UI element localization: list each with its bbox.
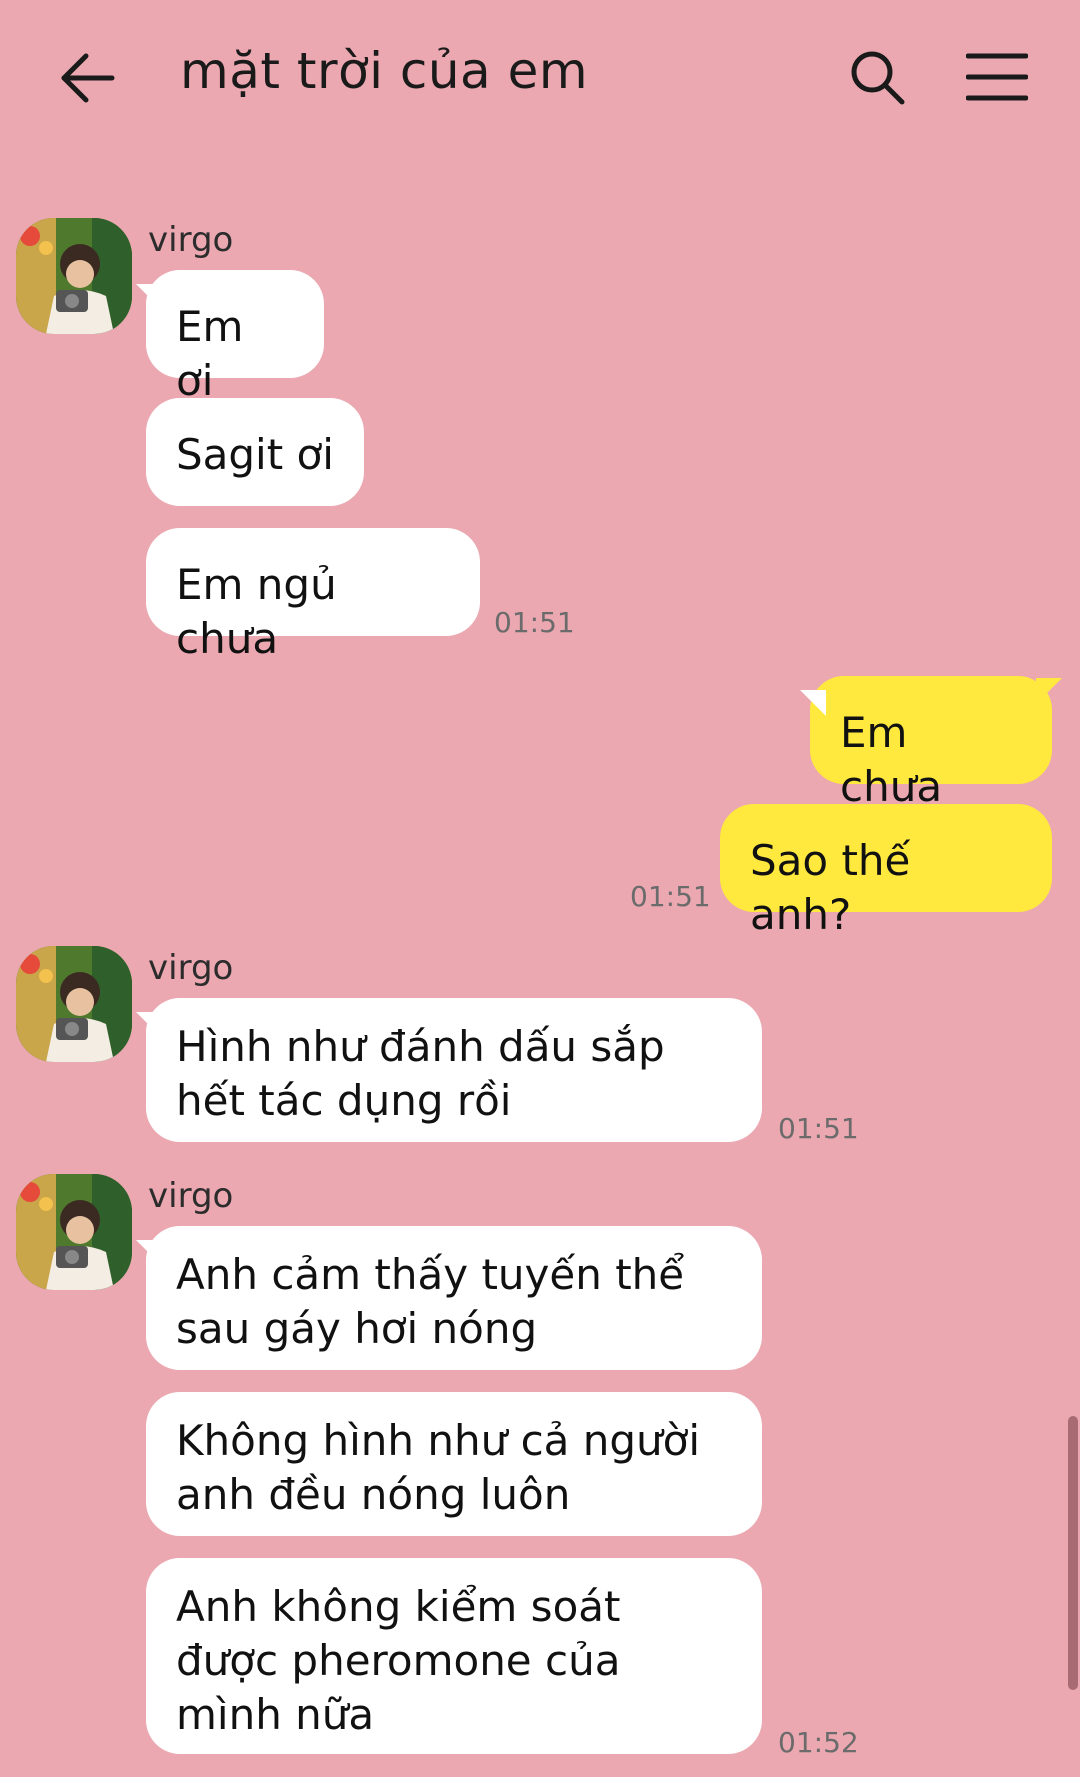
chat-header: mặt trời của em	[0, 0, 1080, 160]
message-bubble[interactable]: Em ơi	[146, 270, 324, 405]
my-message-bubble[interactable]: Sao thế anh?	[720, 804, 1052, 939]
message-bubble[interactable]: Sagit ơi	[146, 398, 364, 506]
scrollbar[interactable]	[1068, 1416, 1078, 1690]
message-timestamp: 01:51	[494, 606, 575, 639]
message-timestamp: 01:52	[778, 1726, 859, 1759]
message-bubble[interactable]: Hình như đánh dấu sắp hết tác dụng rồi	[146, 998, 762, 1142]
message-bubble[interactable]: Không hình như cả người anh đều nóng luô…	[146, 1392, 762, 1536]
chat-title: mặt trời của em	[180, 42, 589, 100]
avatar[interactable]	[16, 1174, 132, 1290]
message-bubble[interactable]: Anh không kiểm soát được pheromone của m…	[146, 1558, 762, 1754]
message-timestamp: 01:51	[778, 1112, 859, 1145]
avatar[interactable]	[16, 946, 132, 1062]
back-arrow-icon[interactable]	[58, 48, 118, 108]
message-bubble[interactable]: Em ngủ chưa	[146, 528, 480, 663]
menu-icon[interactable]	[965, 52, 1029, 102]
message-timestamp: 01:51	[630, 880, 711, 913]
my-message-bubble[interactable]: Em chưa	[810, 676, 1052, 811]
search-icon[interactable]	[848, 48, 906, 106]
avatar[interactable]	[16, 218, 132, 334]
message-bubble[interactable]: Anh cảm thấy tuyến thể sau gáy hơi nóng	[146, 1226, 762, 1370]
sender-name: virgo	[148, 1176, 234, 1216]
sender-name: virgo	[148, 220, 234, 260]
sender-name: virgo	[148, 948, 234, 988]
